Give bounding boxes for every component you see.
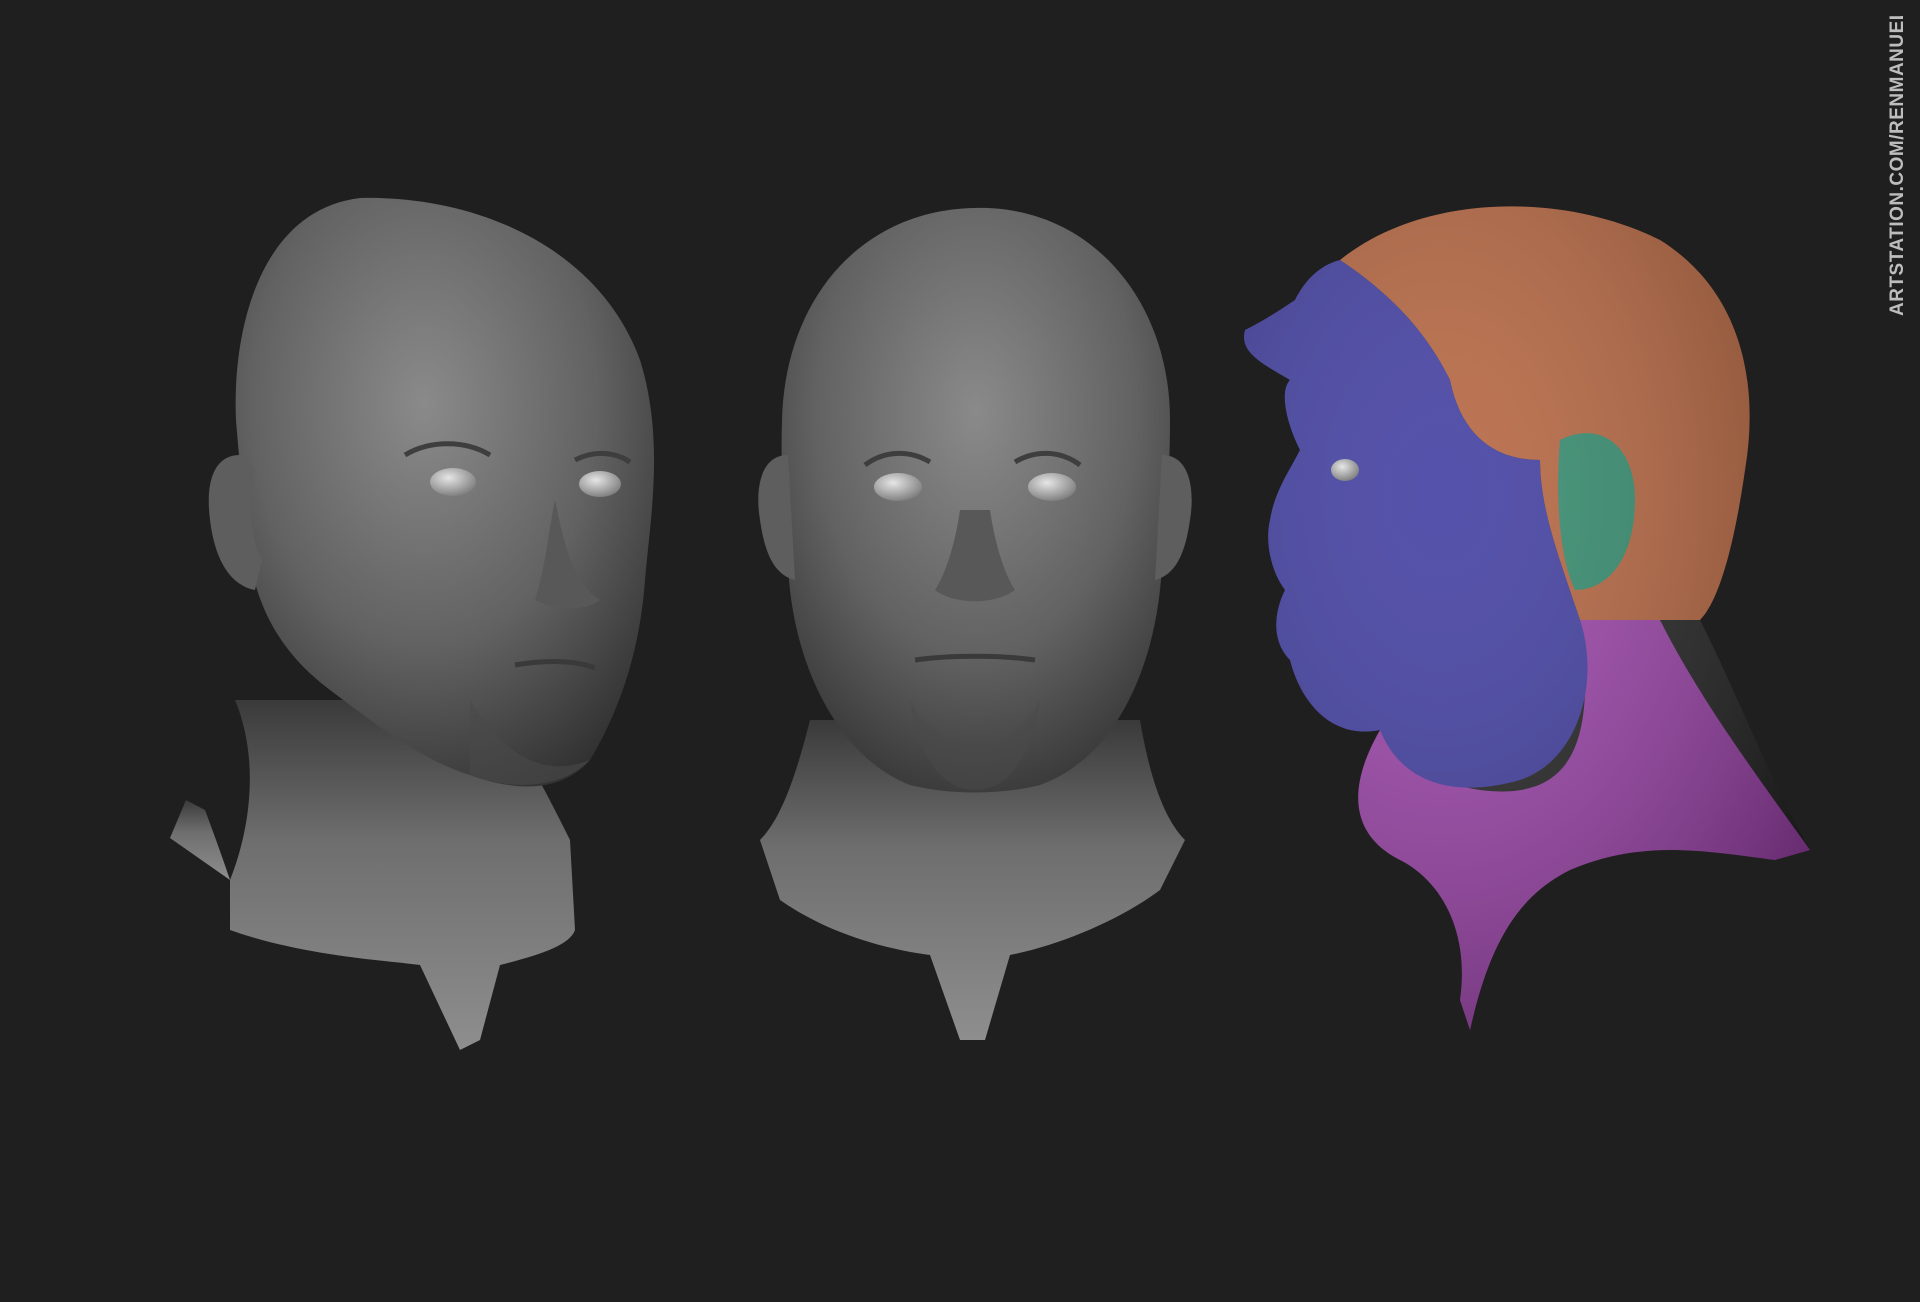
eye-left-1	[430, 468, 476, 496]
head-front-view	[758, 207, 1192, 1040]
head-profile-view	[1240, 190, 1820, 1040]
eye-right-1	[579, 471, 621, 497]
cranium-front	[781, 207, 1170, 793]
head-renders	[170, 0, 1920, 1050]
artstation-watermark: ARTSTATION.COM/RENMANUEL	[1888, 16, 1908, 316]
head-three-quarter-view	[170, 197, 655, 1050]
profile-shading	[1244, 206, 1810, 1030]
watermark-label: ARTSTATION.COM/RENMANUEL	[1888, 16, 1908, 316]
viewport: ARTSTATION.COM/RENMANUEL	[0, 0, 1920, 1302]
eye-profile	[1331, 459, 1359, 481]
eye-left-2	[874, 473, 922, 501]
eye-right-2	[1028, 473, 1076, 501]
neck-collar-left	[170, 800, 230, 880]
